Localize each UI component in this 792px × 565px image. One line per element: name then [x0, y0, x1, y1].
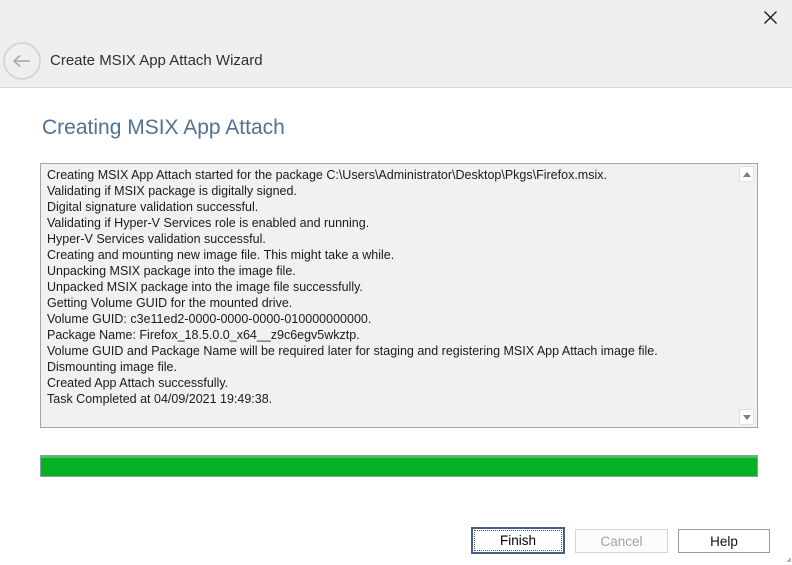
- close-button[interactable]: [759, 6, 781, 28]
- wizard-header: Create MSIX App Attach Wizard: [0, 0, 792, 88]
- scroll-down-icon: [743, 415, 751, 420]
- log-line: Unpacked MSIX package into the image fil…: [47, 279, 734, 295]
- finish-button[interactable]: Finish: [471, 527, 565, 554]
- wizard-title: Create MSIX App Attach Wizard: [50, 52, 263, 69]
- progress-fill: [41, 456, 757, 476]
- wizard-window: { "window": { "title": "Create MSIX App …: [0, 0, 792, 565]
- scroll-down-button[interactable]: [739, 409, 754, 425]
- log-line: Validating if MSIX package is digitally …: [47, 183, 734, 199]
- help-button[interactable]: Help: [678, 529, 770, 553]
- log-line: Digital signature validation successful.: [47, 199, 734, 215]
- scroll-up-icon: [743, 172, 751, 177]
- log-content: Creating MSIX App Attach started for the…: [41, 164, 738, 427]
- log-line: Package Name: Firefox_18.5.0.0_x64__z9c6…: [47, 327, 734, 343]
- back-button[interactable]: [3, 42, 41, 80]
- cancel-button[interactable]: Cancel: [575, 529, 668, 553]
- log-line: Getting Volume GUID for the mounted driv…: [47, 295, 734, 311]
- log-line: Validating if Hyper-V Services role is e…: [47, 215, 734, 231]
- scroll-up-button[interactable]: [739, 166, 754, 182]
- log-line: Dismounting image file.: [47, 359, 734, 375]
- log-line: Creating MSIX App Attach started for the…: [47, 167, 734, 183]
- log-line: Volume GUID and Package Name will be req…: [47, 343, 734, 359]
- resize-grip[interactable]: [787, 558, 791, 562]
- log-line: Hyper-V Services validation successful.: [47, 231, 734, 247]
- log-line: Creating and mounting new image file. Th…: [47, 247, 734, 263]
- log-line: Unpacking MSIX package into the image fi…: [47, 263, 734, 279]
- log-line: Created App Attach successfully.: [47, 375, 734, 391]
- log-scrollbar[interactable]: [738, 166, 755, 425]
- back-arrow-icon: [12, 54, 32, 68]
- close-icon: [763, 10, 778, 25]
- progress-bar: [40, 455, 758, 477]
- log-line: Volume GUID: c3e11ed2-0000-0000-0000-010…: [47, 311, 734, 327]
- log-output[interactable]: Creating MSIX App Attach started for the…: [40, 163, 758, 428]
- page-title: Creating MSIX App Attach: [42, 116, 285, 140]
- log-line: Task Completed at 04/09/2021 19:49:38.: [47, 391, 734, 407]
